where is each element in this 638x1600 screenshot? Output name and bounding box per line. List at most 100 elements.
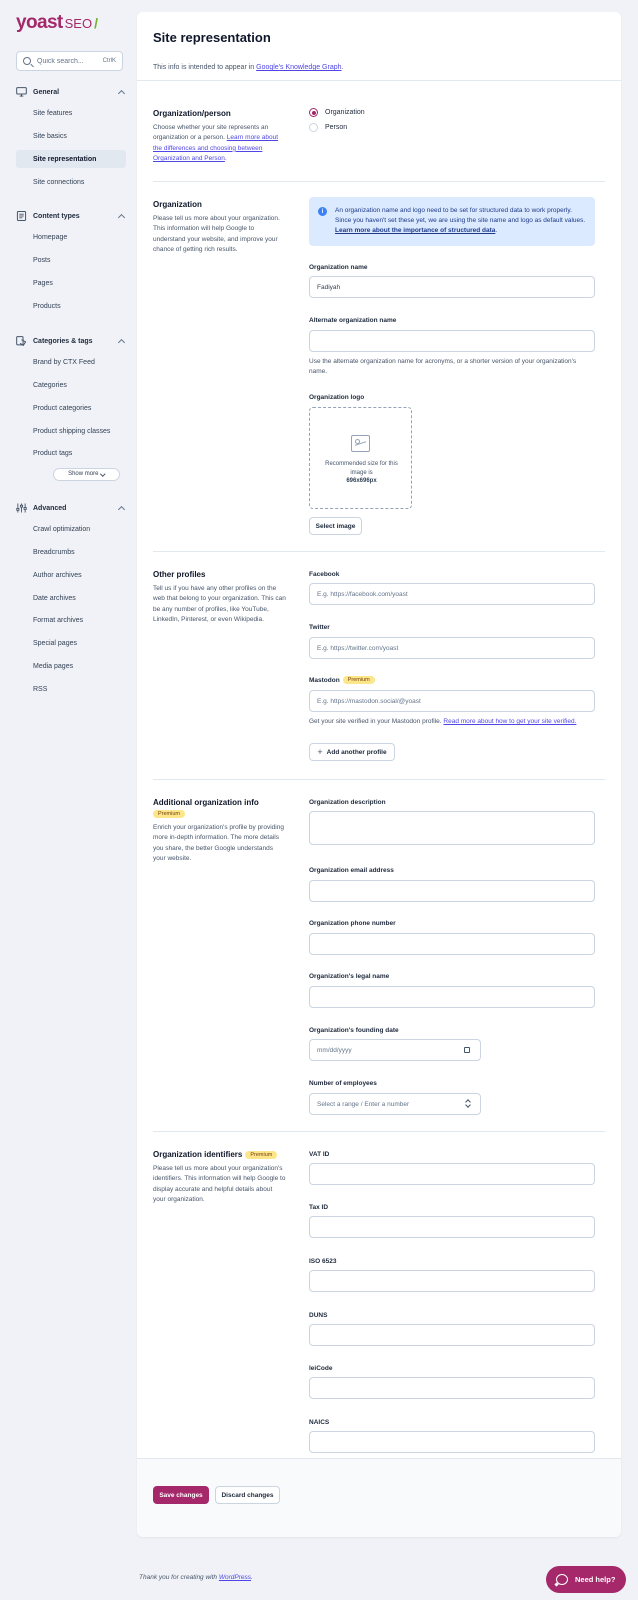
nav-group-content-types: Content types Homepage Posts Pages Produ… [16, 208, 126, 315]
nav-head-label: General [33, 88, 60, 96]
save-button[interactable]: Save changes [153, 1486, 209, 1504]
nav-item-rss[interactable]: RSS [16, 680, 126, 698]
nav-item-products[interactable]: Products [16, 297, 126, 315]
nav-item-product-categories[interactable]: Product categories [16, 399, 126, 417]
nav-item-product-tags[interactable]: Product tags [16, 445, 126, 463]
mastodon-input[interactable] [309, 690, 595, 712]
nav-item-categories[interactable]: Categories [16, 377, 126, 395]
vat-id-input[interactable] [309, 1163, 595, 1185]
leicode-input[interactable] [309, 1377, 595, 1399]
nav-item-product-shipping-classes[interactable]: Product shipping classes [16, 422, 126, 440]
section-description: Please tell us more about your organizat… [153, 1165, 286, 1204]
iso-6523-label: ISO 6523 [309, 1258, 337, 1265]
nav-head-label: Content types [33, 212, 80, 220]
search-input[interactable] [37, 57, 95, 65]
chevron-up-icon [117, 505, 126, 514]
nav-item-pages[interactable]: Pages [16, 274, 126, 292]
mastodon-label: Mastodon Premium [309, 676, 375, 685]
need-help-label: Need help? [575, 1575, 616, 1584]
mastodon-verify-link[interactable]: Read more about how to get your site ver… [443, 718, 576, 725]
add-profile-button[interactable]: + Add another profile [309, 743, 395, 761]
alt-org-name-input[interactable] [309, 330, 595, 352]
facebook-input[interactable] [309, 583, 595, 605]
nav-group-advanced: Advanced Crawl optimization Breadcrumbs … [16, 500, 126, 698]
twitter-label: Twitter [309, 624, 330, 631]
structured-data-link[interactable]: Learn more about the importance of struc… [335, 227, 495, 234]
section-description: Enrich your organization's profile by pr… [153, 824, 284, 863]
discard-button[interactable]: Discard changes [215, 1486, 280, 1504]
select-image-button[interactable]: Select image [309, 517, 362, 535]
org-description-textarea[interactable] [309, 811, 595, 845]
nav-item-brand-by-ctx-feed[interactable]: Brand by CTX Feed [16, 354, 126, 372]
nav-head-content-types[interactable]: Content types [16, 208, 126, 224]
nav-item-date-archives[interactable]: Date archives [16, 589, 126, 607]
founding-date-input[interactable] [309, 1039, 481, 1061]
nav-item-site-connections[interactable]: Site connections [16, 173, 126, 191]
calendar-icon[interactable] [464, 1047, 470, 1053]
duns-input[interactable] [309, 1324, 595, 1346]
section-title: Organization [153, 200, 202, 209]
nav-head-advanced[interactable]: Advanced [16, 500, 126, 516]
plus-icon: + [317, 746, 323, 757]
section-org-person: Organization/person Choose whether your … [153, 81, 605, 181]
twitter-input[interactable] [309, 637, 595, 659]
nav-item-breadcrumbs[interactable]: Breadcrumbs [16, 544, 126, 562]
founding-date-label: Organization's founding date [309, 1027, 399, 1034]
show-more-button[interactable]: Show more [53, 467, 120, 481]
org-description-label: Organization description [309, 799, 386, 806]
need-help-button[interactable]: Need help? [546, 1566, 626, 1593]
knowledge-graph-link[interactable]: Google's Knowledge Graph [256, 64, 341, 71]
nav-item-special-pages[interactable]: Special pages [16, 635, 126, 653]
radio-dot[interactable] [309, 123, 318, 132]
page-desc-suffix: . [341, 64, 344, 71]
nav-item-crawl-optimization[interactable]: Crawl optimization [16, 521, 126, 539]
iso-6523-input[interactable] [309, 1270, 595, 1292]
section-description: Please tell us more about your organizat… [153, 215, 280, 254]
nav-group-general: General Site features Site basics Site r… [16, 84, 126, 191]
nav-item-posts[interactable]: Posts [16, 252, 126, 270]
sidebar: yoast SEO / CtrlK General Site features … [0, 0, 132, 1600]
org-legal-name-input[interactable] [309, 986, 595, 1008]
nav-head-categories[interactable]: Categories & tags [16, 333, 126, 349]
actions-bar: Save changes Discard changes [137, 1458, 621, 1537]
section-other-profiles: Other profiles Tell us if you have any o… [153, 551, 605, 779]
nav-item-site-features[interactable]: Site features [16, 105, 126, 123]
org-email-input[interactable] [309, 880, 595, 902]
naics-label: NAICS [309, 1419, 330, 1426]
footer-credit: Thank you for creating with WordPress. [139, 1574, 253, 1581]
radio-label: Organization [325, 109, 365, 116]
mastodon-help-text: Get your site verified in your Mastodon … [309, 718, 444, 725]
section-title: Organization identifiers Premium [153, 1150, 278, 1160]
radio-person[interactable]: Person [309, 123, 347, 132]
nav-item-site-basics[interactable]: Site basics [16, 128, 126, 146]
naics-input[interactable] [309, 1431, 595, 1453]
yoast-logo[interactable]: yoast SEO / [16, 12, 98, 34]
structured-data-alert: i An organization name and logo need to … [309, 197, 595, 246]
nav-item-author-archives[interactable]: Author archives [16, 566, 126, 584]
logo-product: SEO [64, 16, 93, 31]
radio-dot-checked[interactable] [309, 108, 318, 117]
section-identifiers: Organization identifiers Premium Please t… [153, 1131, 605, 1458]
org-name-label: Organization name [309, 264, 368, 271]
radio-organization[interactable]: Organization [309, 108, 365, 117]
page-description: This info is intended to appear in Googl… [153, 64, 343, 71]
nav-item-media-pages[interactable]: Media pages [16, 658, 126, 676]
nav-head-label: Categories & tags [33, 337, 93, 345]
employees-input[interactable] [309, 1093, 481, 1115]
page-header: Site representation This info is intende… [137, 12, 621, 81]
nav-item-format-archives[interactable]: Format archives [16, 612, 126, 630]
chevron-up-icon [117, 338, 126, 347]
tax-id-input[interactable] [309, 1216, 595, 1238]
org-name-input[interactable] [309, 276, 595, 298]
section-organization: Organization Please tell us more about y… [153, 181, 605, 551]
nav-head-general[interactable]: General [16, 84, 126, 100]
stepper-arrows-icon[interactable] [465, 1099, 471, 1108]
chevron-up-icon [117, 89, 126, 98]
quick-search[interactable]: CtrlK [16, 51, 123, 71]
logo-dropzone[interactable]: Recommended size for this image is 696x6… [309, 407, 412, 509]
nav-item-homepage[interactable]: Homepage [16, 229, 126, 247]
org-phone-input[interactable] [309, 933, 595, 955]
nav-item-site-representation[interactable]: Site representation [16, 150, 126, 169]
wordpress-link[interactable]: WordPress [219, 1574, 251, 1581]
alt-org-name-help: Use the alternate organization name for … [309, 358, 577, 376]
